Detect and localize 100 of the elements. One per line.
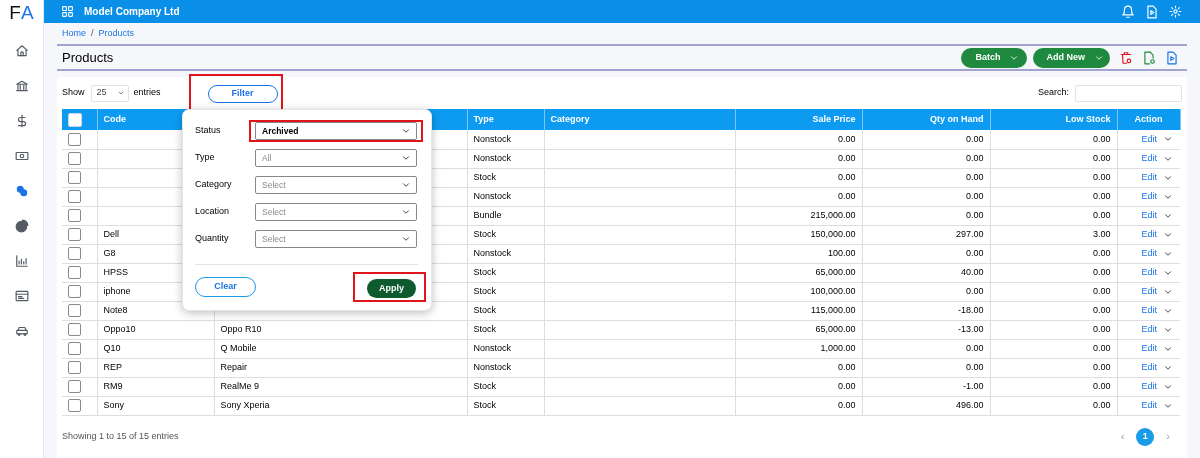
banknote-icon[interactable] xyxy=(14,149,29,163)
table-cell: Nonstock xyxy=(473,247,512,258)
column-header[interactable]: Action xyxy=(1134,113,1163,124)
column-header[interactable]: Category xyxy=(550,113,590,124)
bell-icon[interactable] xyxy=(1121,4,1135,19)
column-header[interactable]: Low Stock xyxy=(1065,113,1111,124)
edit-link[interactable]: Edit xyxy=(1141,284,1157,299)
table-cell: G8 xyxy=(103,247,116,258)
show-label: Show xyxy=(62,86,85,100)
export-document-icon[interactable] xyxy=(1142,50,1156,65)
checkbox[interactable] xyxy=(68,323,81,336)
checkbox[interactable] xyxy=(68,152,81,165)
table-cell: 0.00 xyxy=(1092,361,1111,372)
table-cell: Nonstock xyxy=(473,361,512,372)
chevron-icon xyxy=(401,234,411,244)
table-cell: Repair xyxy=(220,361,247,372)
edit-link[interactable]: Edit xyxy=(1141,151,1157,166)
edit-link[interactable]: Edit xyxy=(1141,265,1157,280)
column-header[interactable]: Qty on Hand xyxy=(930,113,984,124)
column-header[interactable]: Type xyxy=(473,113,494,124)
table-cell: Stock xyxy=(473,399,496,410)
table-cell: 0.00 xyxy=(1092,209,1111,220)
table-cell: 0.00 xyxy=(1092,399,1111,410)
checkbox[interactable] xyxy=(68,342,81,355)
checkbox[interactable] xyxy=(68,266,81,279)
table-cell: 0.00 xyxy=(1092,266,1111,277)
previous-page-link[interactable]: ‹ xyxy=(1120,428,1125,445)
table-cell: 3.00 xyxy=(1092,228,1111,239)
edit-link[interactable]: Edit xyxy=(1141,208,1157,223)
select-field[interactable]: Select xyxy=(255,230,417,248)
next-page-link[interactable]: › xyxy=(1166,428,1170,445)
table-cell: Bundle xyxy=(473,209,502,220)
table-cell: 0.00 xyxy=(837,361,856,372)
bar-chart-icon[interactable] xyxy=(14,254,29,268)
search-field[interactable] xyxy=(1075,84,1182,102)
edit-link[interactable]: Edit xyxy=(1141,246,1157,261)
edit-link[interactable]: Edit xyxy=(1141,303,1157,318)
settings-icon[interactable] xyxy=(1169,5,1182,18)
breadcrumb-link[interactable]: Products xyxy=(98,26,135,41)
document-play-icon[interactable] xyxy=(1145,4,1159,19)
table-cell: Oppo10 xyxy=(103,323,136,334)
table-cell: Nonstock xyxy=(473,152,512,163)
table-cell: Stock xyxy=(473,266,496,277)
checkbox[interactable] xyxy=(68,209,81,222)
table-cell: 0.00 xyxy=(965,133,984,144)
table-cell: 0.00 xyxy=(965,171,984,182)
entries-select[interactable]: 25 xyxy=(90,84,129,102)
field-label: Status xyxy=(195,124,222,138)
checkbox[interactable] xyxy=(68,171,81,184)
table-cell: 0.00 xyxy=(837,152,856,163)
page-button[interactable]: 1 xyxy=(1136,427,1155,446)
checkbox[interactable] xyxy=(68,132,81,146)
table-cell: 0.00 xyxy=(1092,304,1111,315)
column-header[interactable]: Code xyxy=(103,113,126,124)
home-icon[interactable] xyxy=(14,44,29,58)
edit-link[interactable]: Edit xyxy=(1141,132,1157,146)
help-document-icon[interactable] xyxy=(1165,50,1179,65)
select-field[interactable]: Select xyxy=(255,176,417,194)
page-title: Products xyxy=(62,48,114,67)
checkbox[interactable] xyxy=(68,228,81,241)
table-cell: Dell xyxy=(103,228,119,239)
dropdown-button[interactable]: Add New xyxy=(1033,47,1110,68)
field-label: Quantity xyxy=(195,232,230,246)
edit-link[interactable]: Edit xyxy=(1141,379,1157,394)
delete-icon[interactable] xyxy=(1119,50,1133,65)
checkbox[interactable] xyxy=(68,399,81,412)
car-icon[interactable] xyxy=(14,324,29,338)
checkbox[interactable] xyxy=(68,285,81,298)
checkbox[interactable] xyxy=(68,304,81,317)
checkbox[interactable] xyxy=(68,361,81,374)
dropdown-button[interactable]: Batch xyxy=(961,47,1028,68)
apply-button[interactable]: Apply xyxy=(367,279,416,298)
edit-link[interactable]: Edit xyxy=(1141,227,1157,242)
entries-info: Showing 1 to 15 of 15 entries xyxy=(62,429,179,443)
select-field[interactable]: Archived xyxy=(255,122,417,140)
checkbox[interactable] xyxy=(68,190,81,203)
table-cell: Note8 xyxy=(103,304,128,315)
grid-icon[interactable] xyxy=(61,5,74,18)
edit-link[interactable]: Edit xyxy=(1141,398,1157,413)
table-cell: 100.00 xyxy=(827,247,856,258)
breadcrumb-link[interactable]: Home xyxy=(62,26,86,41)
edit-link[interactable]: Edit xyxy=(1141,189,1157,204)
table-cell: Sony xyxy=(103,399,124,410)
select-field[interactable]: Select xyxy=(255,203,417,221)
column-header[interactable]: Sale Price xyxy=(812,113,856,124)
table-cell: 150,000.00 xyxy=(810,228,856,239)
edit-link[interactable]: Edit xyxy=(1141,170,1157,185)
edit-link[interactable]: Edit xyxy=(1141,341,1157,356)
table-cell: Stock xyxy=(473,323,496,334)
coins-icon[interactable] xyxy=(14,184,29,198)
edit-link[interactable]: Edit xyxy=(1141,360,1157,375)
table-cell: 0.00 xyxy=(1092,285,1111,296)
checkbox[interactable] xyxy=(68,380,81,393)
bank-icon[interactable] xyxy=(14,79,29,93)
table-cell: 0.00 xyxy=(1092,380,1111,391)
edit-link[interactable]: Edit xyxy=(1141,322,1157,337)
card-icon[interactable] xyxy=(14,289,29,303)
select-field[interactable]: All xyxy=(255,149,417,167)
table-cell: Sony Xperia xyxy=(220,399,270,410)
checkbox[interactable] xyxy=(68,247,81,260)
